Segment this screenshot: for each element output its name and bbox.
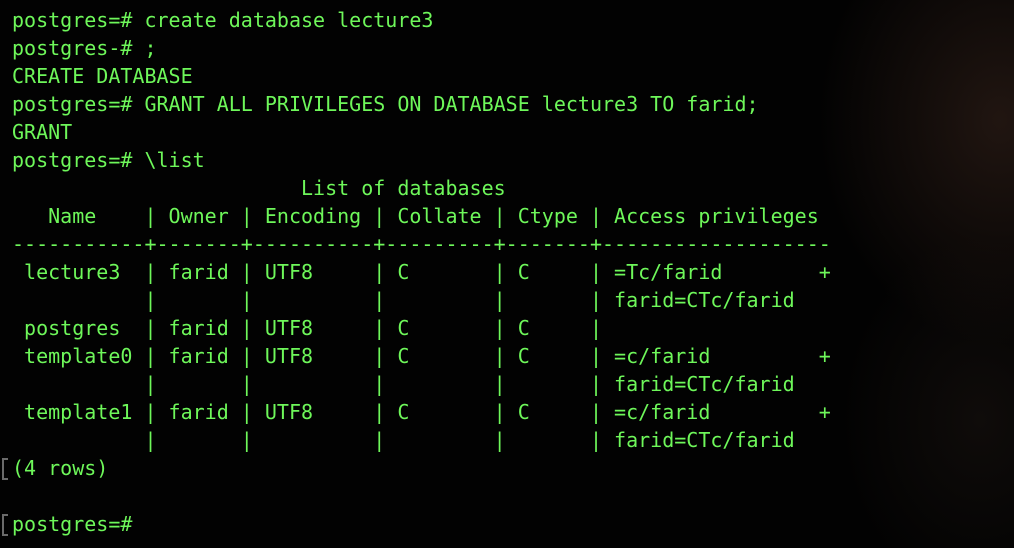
table-row-continuation: | | | | | farid=CTc/farid bbox=[12, 372, 795, 396]
table-header-row: Name | Owner | Encoding | Collate | Ctyp… bbox=[12, 204, 819, 228]
terminal-line-6: postgres=# \list bbox=[12, 148, 205, 172]
table-caption: List of databases bbox=[12, 176, 506, 200]
terminal-line-4: postgres=# GRANT ALL PRIVILEGES ON DATAB… bbox=[12, 92, 759, 116]
table-row: template1 | farid | UTF8 | C | C | =c/fa… bbox=[12, 400, 831, 424]
prompt-text: postgres=# bbox=[12, 512, 133, 536]
mark-bracket-icon bbox=[2, 458, 8, 480]
row-count: (4 rows) bbox=[12, 456, 109, 480]
terminal-line-5: GRANT bbox=[12, 120, 73, 144]
table-separator: -----------+-------+----------+---------… bbox=[12, 232, 831, 256]
prompt-line[interactable]: postgres=# bbox=[12, 510, 143, 538]
table-row: template0 | farid | UTF8 | C | C | =c/fa… bbox=[12, 344, 831, 368]
table-row-continuation: | | | | | farid=CTc/farid bbox=[12, 428, 795, 452]
terminal-line-2: postgres-# ; bbox=[12, 36, 157, 60]
table-row-continuation: | | | | | farid=CTc/farid bbox=[12, 288, 795, 312]
cursor-icon bbox=[132, 512, 143, 534]
terminal-window[interactable]: postgres=# create database lecture3 post… bbox=[0, 0, 1014, 548]
table-row: postgres | farid | UTF8 | C | C | bbox=[12, 316, 603, 340]
terminal-line-3: CREATE DATABASE bbox=[12, 64, 193, 88]
table-row: lecture3 | farid | UTF8 | C | C | =Tc/fa… bbox=[12, 260, 831, 284]
terminal-line-1: postgres=# create database lecture3 bbox=[12, 8, 434, 32]
mark-bracket-icon bbox=[2, 514, 8, 536]
